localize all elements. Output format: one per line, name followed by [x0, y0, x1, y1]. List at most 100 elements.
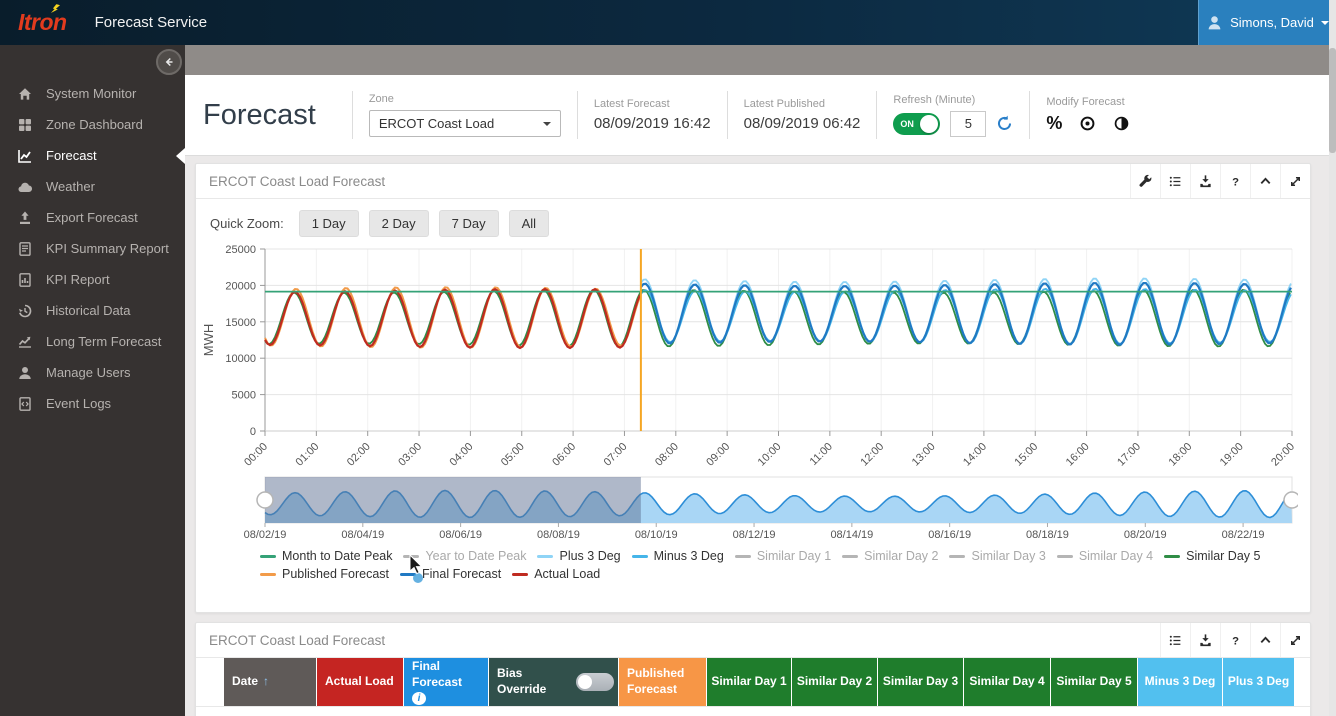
help-button[interactable]: ? [1220, 164, 1250, 198]
legend-item-similar-day-2[interactable]: Similar Day 2 [842, 548, 938, 565]
legend-swatch [400, 573, 416, 576]
zone-select[interactable]: ERCOT Coast Load [369, 110, 561, 137]
sidebar-item-kpi-summary-report[interactable]: KPI Summary Report [0, 233, 185, 264]
list-button[interactable] [1160, 623, 1190, 657]
column-header-date[interactable]: Date↑ [224, 658, 317, 706]
column-label: Similar Day 5 [1056, 674, 1131, 690]
column-header-similar-day-1[interactable]: Similar Day 1 [707, 658, 792, 706]
legend-label: Similar Day 3 [971, 548, 1045, 565]
expand-icon [1288, 174, 1303, 189]
sidebar-item-long-term-forecast[interactable]: Long Term Forecast [0, 326, 185, 357]
kpi-report-icon [17, 272, 33, 288]
column-header-final-forecast[interactable]: Final Forecasti [404, 658, 489, 706]
legend-item-similar-day-3[interactable]: Similar Day 3 [949, 548, 1045, 565]
legend-label: Actual Load [534, 566, 600, 583]
column-header-bias-override[interactable]: Bias Override [489, 658, 619, 706]
sidebar-item-weather[interactable]: Weather [0, 171, 185, 202]
column-label: Plus 3 Deg [1228, 674, 1289, 690]
refresh-toggle[interactable]: ON [893, 113, 940, 135]
quick-zoom-1-day-button[interactable]: 1 Day [299, 210, 359, 237]
forecast-chart[interactable]: 0500010000150002000025000MWH00:0001:0002… [198, 239, 1298, 545]
user-menu[interactable]: Simons, David [1198, 0, 1336, 45]
refresh-interval-input[interactable] [950, 111, 986, 137]
series-plus-3-deg[interactable] [641, 279, 1291, 345]
legend-item-published-forecast[interactable]: Published Forecast [260, 566, 389, 583]
sidebar-item-system-monitor[interactable]: System Monitor [0, 78, 185, 109]
legend-item-final-forecast[interactable]: Final Forecast [400, 566, 501, 583]
sidebar-item-event-logs[interactable]: Event Logs [0, 388, 185, 419]
sidebar-item-label: Manage Users [46, 365, 131, 380]
latest-forecast-group: Latest Forecast 08/09/2019 16:42 [578, 98, 727, 132]
column-label: Minus 3 Deg [1145, 674, 1216, 690]
collapse-button[interactable] [1250, 623, 1280, 657]
legend-item-similar-day-1[interactable]: Similar Day 1 [735, 548, 831, 565]
target-icon[interactable] [1079, 115, 1096, 132]
navigator-handle-left[interactable] [257, 492, 273, 508]
table-header-row: Date↑Actual LoadFinal Forecasti Bias Over… [196, 658, 1310, 706]
download-button[interactable] [1190, 164, 1220, 198]
legend-label: Published Forecast [282, 566, 389, 583]
nav-date-label: 08/14/19 [830, 529, 873, 541]
help-button[interactable]: ? [1220, 623, 1250, 657]
legend-label: Similar Day 4 [1079, 548, 1153, 565]
legend-item-year-to-date-peak[interactable]: Year to Date Peak [403, 548, 526, 565]
sidebar-item-label: Zone Dashboard [46, 117, 143, 132]
expand-button[interactable] [1280, 164, 1310, 198]
legend-item-minus-3-deg[interactable]: Minus 3 Deg [632, 548, 724, 565]
info-icon[interactable]: i [412, 692, 426, 705]
wrench-button[interactable] [1130, 164, 1160, 198]
table-panel-toolbar: ? [1160, 623, 1310, 657]
quick-zoom-all-button[interactable]: All [509, 210, 549, 237]
table-row[interactable]: 8/2/2019 [196, 706, 1310, 716]
expand-button[interactable] [1280, 623, 1310, 657]
sidebar-item-export-forecast[interactable]: Export Forecast [0, 202, 185, 233]
column-header-similar-day-3[interactable]: Similar Day 3 [878, 658, 964, 706]
collapse-icon [1258, 633, 1273, 648]
column-header-published-forecast[interactable]: Published Forecast [619, 658, 707, 706]
column-header-similar-day-4[interactable]: Similar Day 4 [964, 658, 1051, 706]
quick-zoom-2-day-button[interactable]: 2 Day [369, 210, 429, 237]
x-tick-label: 02:00 [345, 441, 373, 469]
refresh-group: Refresh (Minute) ON [877, 94, 1029, 137]
page-scrollbar-thumb[interactable] [1329, 48, 1336, 153]
sort-up-icon[interactable]: ↑ [263, 674, 269, 690]
refresh-icon[interactable] [996, 115, 1013, 132]
percent-icon[interactable]: % [1046, 113, 1062, 134]
column-label: Similar Day 2 [797, 674, 872, 690]
column-header-similar-day-2[interactable]: Similar Day 2 [792, 658, 878, 706]
legend-swatch [632, 555, 648, 558]
column-header-plus-3-deg[interactable]: Plus 3 Deg [1223, 658, 1295, 706]
y-tick-label: 25000 [225, 244, 256, 256]
sidebar-collapse-button[interactable] [156, 49, 182, 75]
column-header-actual-load[interactable]: Actual Load [317, 658, 404, 706]
column-header-minus-3-deg[interactable]: Minus 3 Deg [1138, 658, 1223, 706]
legend-item-month-to-date-peak[interactable]: Month to Date Peak [260, 548, 392, 565]
column-label: Bias Override [497, 666, 571, 697]
contrast-icon[interactable] [1113, 115, 1130, 132]
legend-item-similar-day-4[interactable]: Similar Day 4 [1057, 548, 1153, 565]
navigator-handle-right[interactable] [1284, 492, 1298, 508]
legend-item-actual-load[interactable]: Actual Load [512, 566, 600, 583]
legend-swatch [949, 555, 965, 558]
x-tick-label: 09:00 [704, 441, 732, 469]
list-button[interactable] [1160, 164, 1190, 198]
chart-panel-toolbar: ? [1130, 164, 1310, 198]
sidebar-item-forecast[interactable]: Forecast [0, 140, 185, 171]
sidebar-item-manage-users[interactable]: Manage Users [0, 357, 185, 388]
legend-item-similar-day-5[interactable]: Similar Day 5 [1164, 548, 1260, 565]
x-tick-label: 14:00 [961, 441, 989, 469]
collapse-button[interactable] [1250, 164, 1280, 198]
download-button[interactable] [1190, 623, 1220, 657]
sidebar-item-historical-data[interactable]: Historical Data [0, 295, 185, 326]
nav-date-label: 08/22/19 [1222, 529, 1265, 541]
navigator-mask[interactable] [265, 477, 641, 523]
page-scrollbar[interactable] [1329, 0, 1336, 716]
legend-label: Similar Day 2 [864, 548, 938, 565]
legend-item-plus-3-deg[interactable]: Plus 3 Deg [537, 548, 620, 565]
quick-zoom-7-day-button[interactable]: 7 Day [439, 210, 499, 237]
sidebar-item-zone-dashboard[interactable]: Zone Dashboard [0, 109, 185, 140]
bias-override-toggle[interactable] [576, 673, 614, 691]
sidebar-item-kpi-report[interactable]: KPI Report [0, 264, 185, 295]
column-header-similar-day-5[interactable]: Similar Day 5 [1051, 658, 1138, 706]
svg-text:?: ? [1232, 635, 1239, 647]
